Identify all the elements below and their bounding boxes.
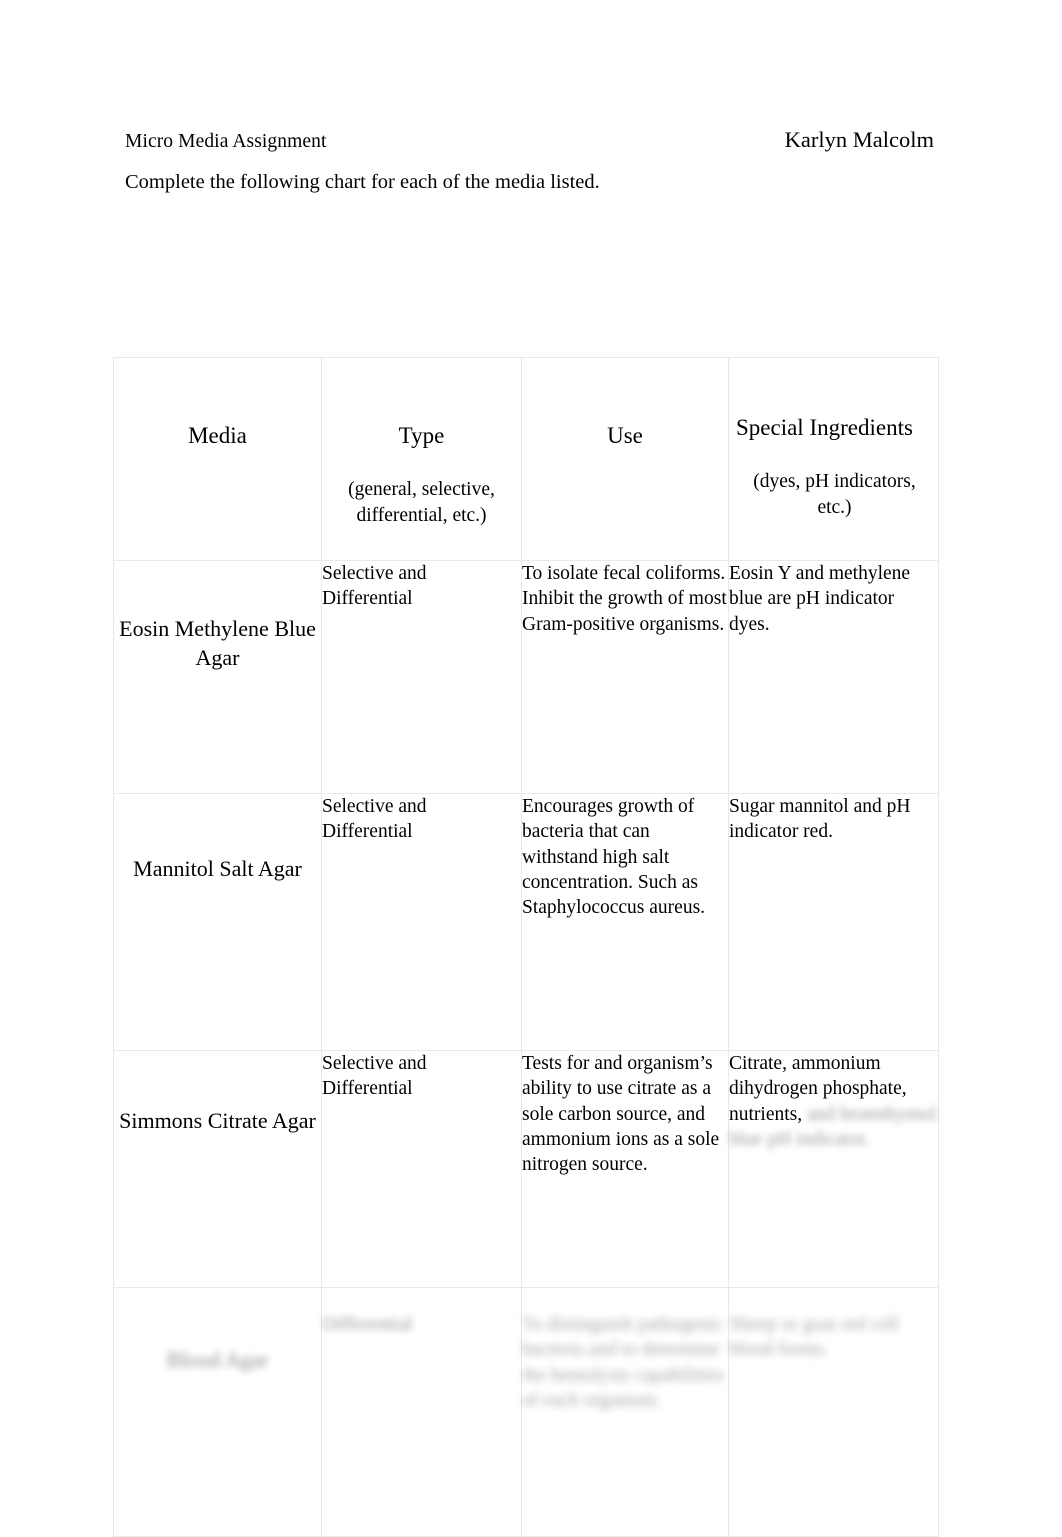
cell-media-2: Mannitol Salt Agar <box>113 793 322 1051</box>
cell-use-4-text: To distinguish pathogenic bacteria and t… <box>522 1314 724 1412</box>
cell-special-2: Sugar mannitol and pH indicator red. <box>728 793 939 1051</box>
table-header-row: Media Type (general, selective, differen… <box>113 357 939 561</box>
cell-use-1: To isolate fecal coliforms. Inhibit the … <box>521 560 729 794</box>
cell-type-1: Selective and Differential <box>321 560 522 794</box>
cell-media-4-text: Blood Agar <box>166 1347 269 1372</box>
cell-type-4-text: Differential <box>322 1314 413 1335</box>
table-row: Blood Agar Differential To distinguish p… <box>113 1287 939 1537</box>
column-header-media: Media <box>113 357 322 561</box>
table-row: Simmons Citrate Agar Selective and Diffe… <box>113 1050 939 1288</box>
column-header-type: Type (general, selective, differential, … <box>321 357 522 561</box>
column-header-special-ingredients-sublabel: (dyes, pH indicators, etc.) <box>753 470 916 518</box>
instruction-text: Complete the following chart for each of… <box>125 171 600 193</box>
cell-type-4: Differential <box>321 1287 522 1537</box>
cell-special-1: Eosin Y and methylene blue are pH indica… <box>728 560 939 794</box>
cell-special-4: Sheep or goat red cell blood forms. <box>728 1287 939 1537</box>
cell-special-4-text: Sheep or goat red cell blood forms. <box>729 1314 900 1361</box>
cell-use-2: Encourages growth of bacteria that can w… <box>521 793 729 1051</box>
cell-use-3: Tests for and organism’s ability to use … <box>521 1050 729 1288</box>
table-row: Mannitol Salt Agar Selective and Differe… <box>113 793 939 1051</box>
cell-special-3: Citrate, ammonium dihydrogen phosphate, … <box>728 1050 939 1288</box>
author-name: Karlyn Malcolm <box>784 127 934 152</box>
column-header-special-ingredients: Special Ingredients (dyes, pH indicators… <box>728 357 939 561</box>
column-header-type-label: Type <box>398 423 445 448</box>
column-header-special-ingredients-label: Special Ingredients <box>736 415 913 440</box>
column-header-type-sublabel: (general, selective, differential, etc.) <box>348 478 495 526</box>
page-title: Micro Media Assignment <box>125 131 327 152</box>
table-row: Eosin Methylene Blue Agar Selective and … <box>113 560 939 794</box>
column-header-use: Use <box>521 357 729 561</box>
cell-type-2: Selective and Differential <box>321 793 522 1051</box>
column-header-media-label: Media <box>188 423 247 448</box>
cell-media-3: Simmons Citrate Agar <box>113 1050 322 1288</box>
cell-type-3: Selective and Differential <box>321 1050 522 1288</box>
cell-media-1: Eosin Methylene Blue Agar <box>113 560 322 794</box>
column-header-use-label: Use <box>607 423 643 448</box>
media-chart-table: Media Type (general, selective, differen… <box>113 357 939 1537</box>
document-page: Micro Media Assignment Karlyn Malcolm Co… <box>0 0 1062 1537</box>
cell-media-4: Blood Agar <box>113 1287 322 1537</box>
cell-use-4: To distinguish pathogenic bacteria and t… <box>521 1287 729 1537</box>
document-header: Micro Media Assignment Karlyn Malcolm <box>125 126 937 153</box>
